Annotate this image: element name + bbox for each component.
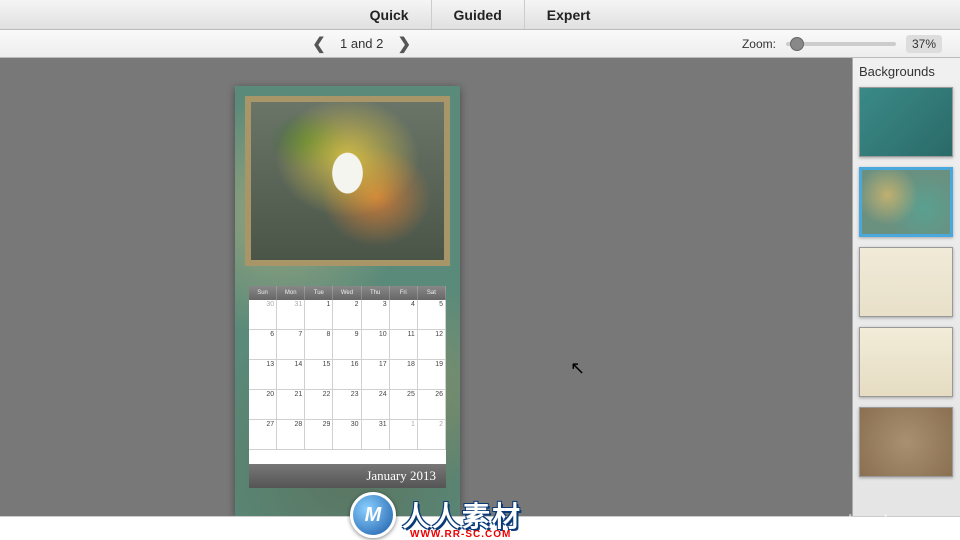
background-thumb-2[interactable] <box>859 167 953 237</box>
zoom-slider[interactable] <box>786 42 896 46</box>
calendar-dow-row: Sun Mon Tue Wed Thu Fri Sat <box>249 286 446 300</box>
calendar-day-cell: 10 <box>362 330 390 360</box>
calendar-day-cell: 2 <box>333 300 361 330</box>
prev-page-button[interactable]: ❮ <box>310 35 328 53</box>
dow-cell: Sun <box>249 286 277 300</box>
dow-cell: Mon <box>277 286 305 300</box>
calendar-day-cell: 6 <box>249 330 277 360</box>
calendar-day-cell: 1 <box>390 420 418 450</box>
canvas-area[interactable]: Sun Mon Tue Wed Thu Fri Sat 303112345678… <box>0 58 852 540</box>
calendar-day-cell: 9 <box>333 330 361 360</box>
calendar-month-label[interactable]: January 2013 <box>249 464 446 488</box>
calendar-day-cell: 1 <box>305 300 333 330</box>
calendar-day-cell: 31 <box>362 420 390 450</box>
calendar-day-cell: 30 <box>249 300 277 330</box>
calendar-day-cell: 17 <box>362 360 390 390</box>
calendar-day-cell: 28 <box>277 420 305 450</box>
calendar-day-cell: 23 <box>333 390 361 420</box>
calendar-day-cell: 11 <box>390 330 418 360</box>
calendar-day-cell: 2 <box>418 420 446 450</box>
calendar-day-cell: 18 <box>390 360 418 390</box>
calendar-grid[interactable]: Sun Mon Tue Wed Thu Fri Sat 303112345678… <box>249 286 446 488</box>
background-thumb-3[interactable] <box>859 247 953 317</box>
background-thumb-5[interactable] <box>859 407 953 477</box>
calendar-body: 3031123456789101112131415161718192021222… <box>249 300 446 450</box>
calendar-day-cell: 21 <box>277 390 305 420</box>
background-thumb-4[interactable] <box>859 327 953 397</box>
calendar-day-cell: 15 <box>305 360 333 390</box>
zoom-control: Zoom: 37% <box>742 35 950 53</box>
dow-cell: Fri <box>390 286 418 300</box>
zoom-label: Zoom: <box>742 37 776 51</box>
calendar-day-cell: 25 <box>390 390 418 420</box>
page-nav: ❮ 1 and 2 ❯ <box>310 35 413 53</box>
dow-cell: Wed <box>333 286 361 300</box>
backgrounds-title: Backgrounds <box>859 64 954 79</box>
mode-tabs-bar: Quick Guided Expert <box>0 0 960 30</box>
photo-placeholder <box>251 102 444 260</box>
calendar-day-cell: 5 <box>418 300 446 330</box>
backgrounds-panel: Backgrounds <box>852 58 960 540</box>
calendar-day-cell: 13 <box>249 360 277 390</box>
calendar-day-cell: 27 <box>249 420 277 450</box>
dow-cell: Thu <box>362 286 390 300</box>
calendar-day-cell: 7 <box>277 330 305 360</box>
calendar-day-cell: 8 <box>305 330 333 360</box>
next-page-button[interactable]: ❯ <box>395 35 413 53</box>
tab-expert[interactable]: Expert <box>525 0 613 29</box>
calendar-day-cell: 24 <box>362 390 390 420</box>
calendar-day-cell: 20 <box>249 390 277 420</box>
calendar-day-cell: 26 <box>418 390 446 420</box>
calendar-day-cell: 22 <box>305 390 333 420</box>
zoom-slider-thumb[interactable] <box>790 37 804 51</box>
calendar-day-cell: 29 <box>305 420 333 450</box>
page-label: 1 and 2 <box>340 36 383 51</box>
background-thumb-1[interactable] <box>859 87 953 157</box>
calendar-day-cell: 3 <box>362 300 390 330</box>
calendar-day-cell: 14 <box>277 360 305 390</box>
calendar-day-cell: 12 <box>418 330 446 360</box>
calendar-day-cell: 30 <box>333 420 361 450</box>
calendar-day-cell: 4 <box>390 300 418 330</box>
tab-guided[interactable]: Guided <box>432 0 525 29</box>
dow-cell: Tue <box>305 286 333 300</box>
zoom-value: 37% <box>906 35 942 53</box>
calendar-day-cell: 19 <box>418 360 446 390</box>
calendar-day-cell: 31 <box>277 300 305 330</box>
tab-quick[interactable]: Quick <box>348 0 432 29</box>
toolbar: ❮ 1 and 2 ❯ Zoom: 37% <box>0 30 960 58</box>
calendar-document[interactable]: Sun Mon Tue Wed Thu Fri Sat 303112345678… <box>235 86 460 516</box>
dow-cell: Sat <box>418 286 446 300</box>
bottom-toolbar <box>0 516 960 540</box>
cursor-icon: ↖ <box>570 358 585 379</box>
calendar-day-cell: 16 <box>333 360 361 390</box>
photo-frame[interactable] <box>245 96 450 266</box>
